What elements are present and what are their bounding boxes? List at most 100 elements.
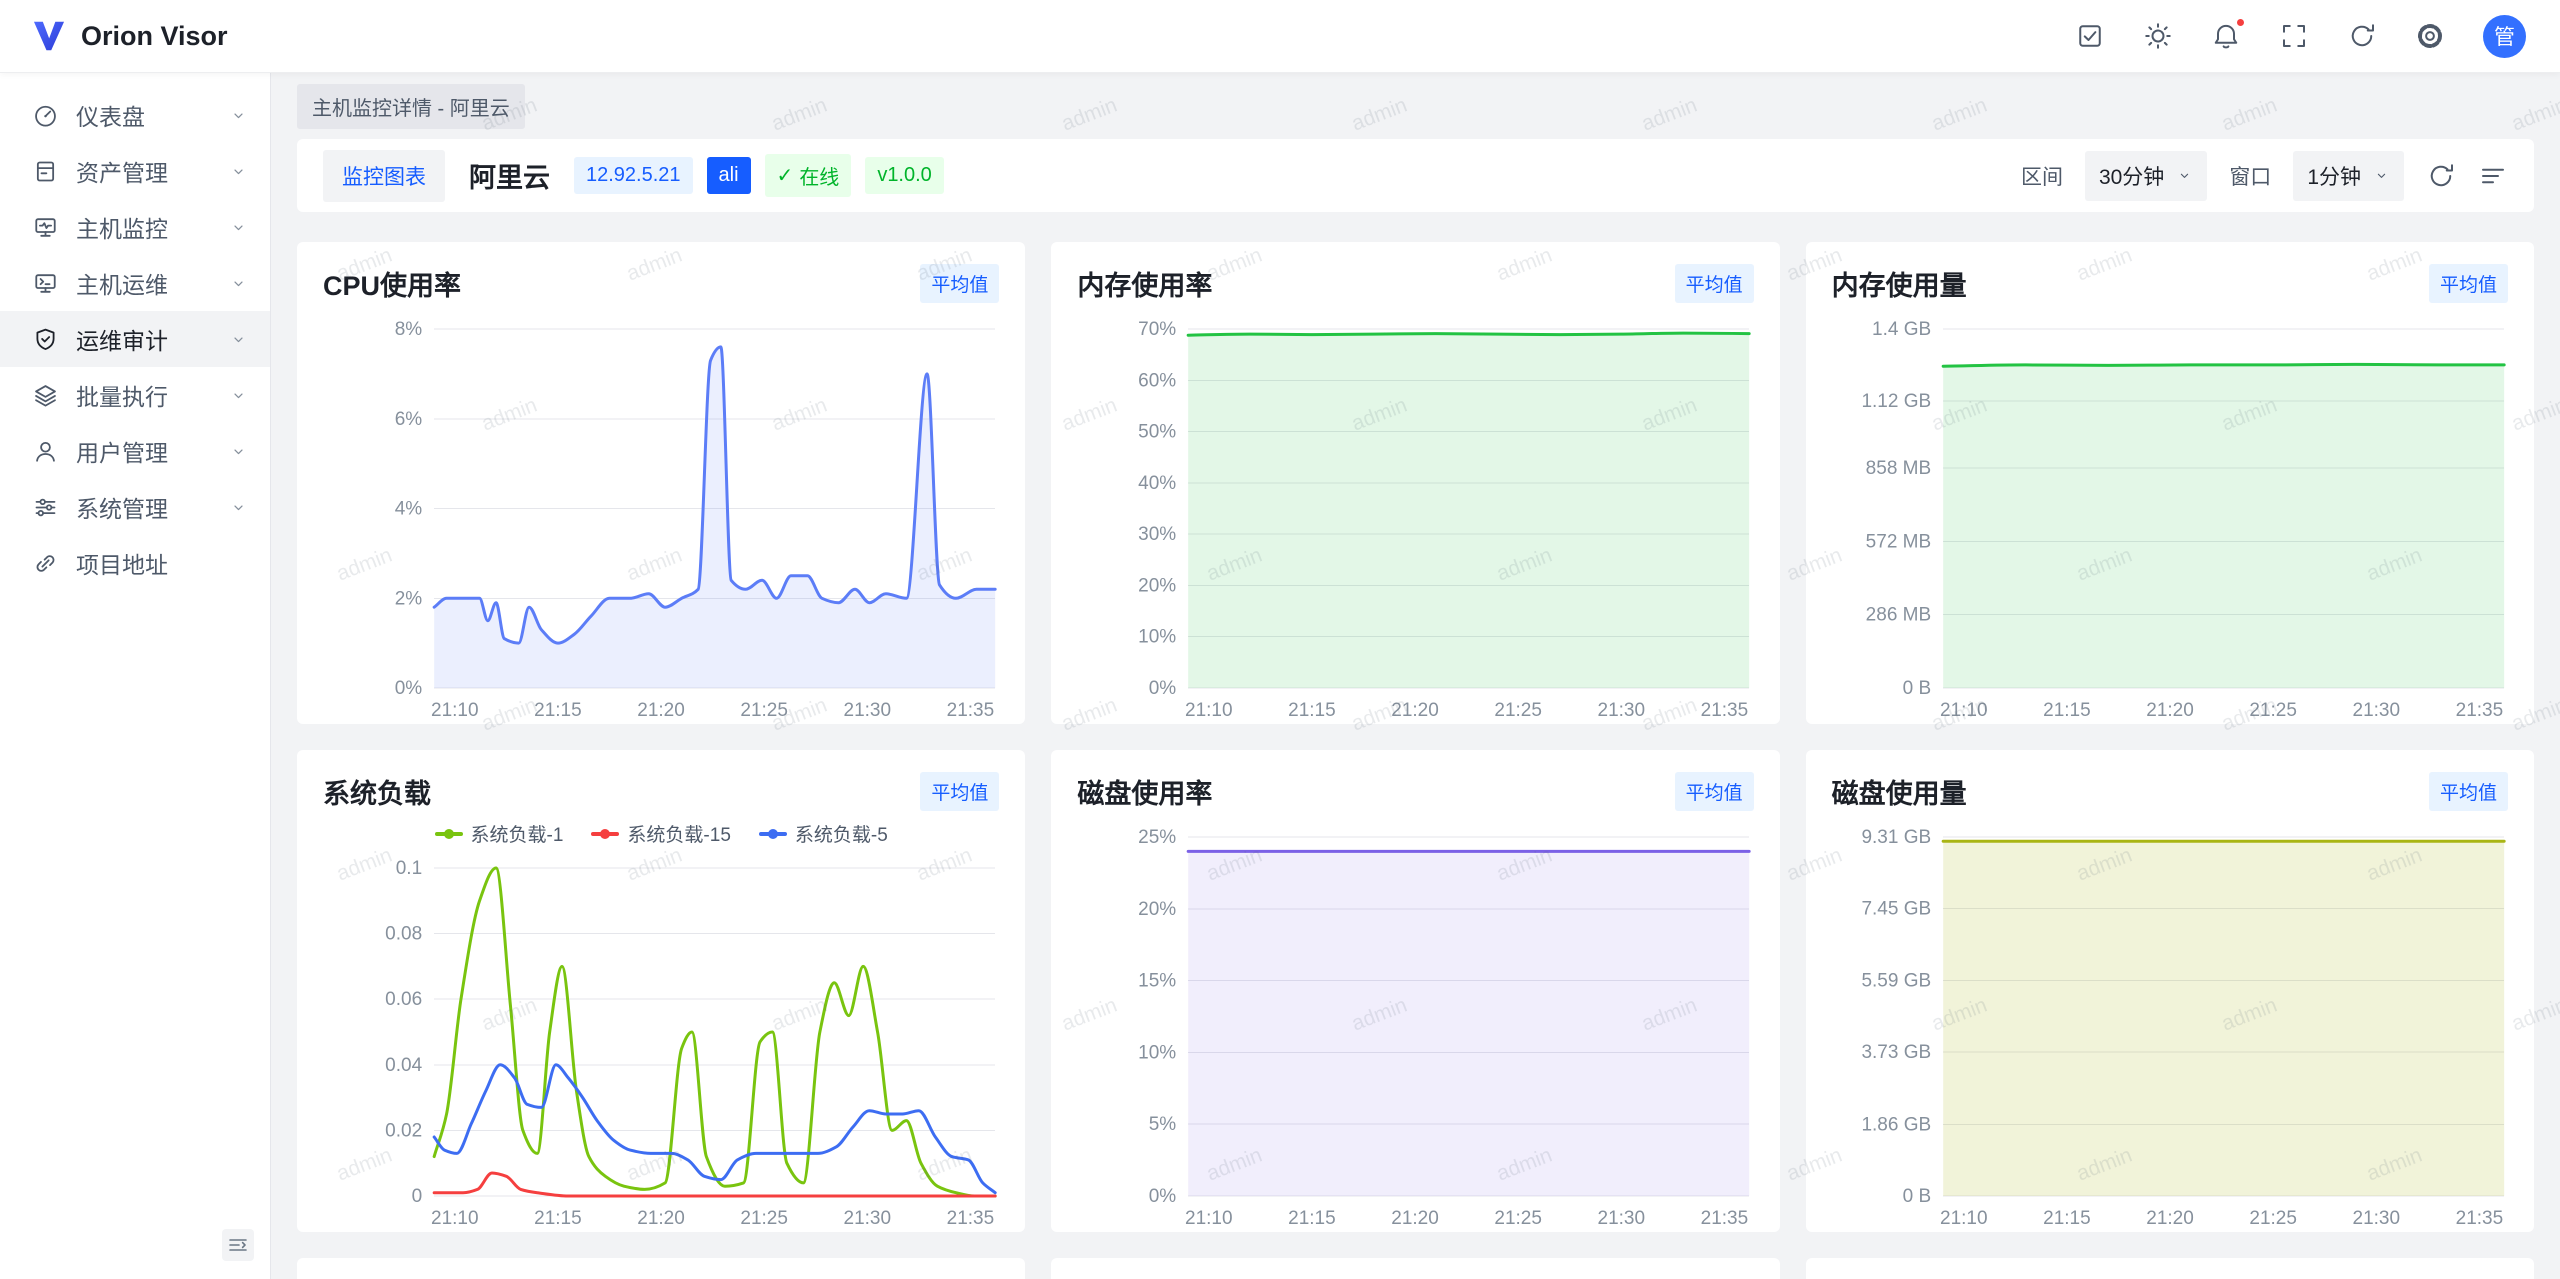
svg-text:21:20: 21:20 [637, 700, 685, 721]
svg-text:21:15: 21:15 [2043, 700, 2091, 721]
chart-legend[interactable]: 系统负载-1 系统负载-15 系统负载-5 [297, 820, 1025, 847]
svg-text:21:15: 21:15 [534, 700, 582, 721]
legend-item[interactable]: 系统负载-15 [591, 820, 730, 847]
host-status-tag: ✓在线 [765, 154, 852, 197]
svg-text:5.59 GB: 5.59 GB [1861, 970, 1931, 991]
app-title: Orion Visor [81, 21, 228, 52]
chart-title: 内存使用量 [1832, 264, 1967, 303]
svg-text:21:20: 21:20 [2146, 700, 2194, 721]
sidebar-item-label: 批量执行 [76, 378, 229, 412]
svg-text:21:35: 21:35 [2455, 1208, 2503, 1229]
svg-text:0: 0 [412, 1186, 423, 1207]
svg-text:70%: 70% [1138, 319, 1176, 340]
window-value: 1分钟 [2307, 161, 2361, 191]
system-load-chart: 00.020.040.060.080.121:1021:1521:2021:25… [297, 810, 1025, 1232]
audit-shield-icon [32, 326, 59, 353]
sidebar-item-system[interactable]: 系统管理 [0, 479, 270, 535]
sidebar-item-users[interactable]: 用户管理 [0, 423, 270, 479]
avg-badge[interactable]: 平均值 [1675, 772, 1754, 811]
svg-text:0 B: 0 B [1902, 1186, 1931, 1207]
svg-text:21:20: 21:20 [2146, 1208, 2194, 1229]
svg-text:0%: 0% [395, 678, 423, 699]
legend-label: 系统负载-15 [627, 820, 730, 847]
breadcrumb-tag[interactable]: 主机监控详情 - 阿里云 [297, 84, 525, 129]
range-label: 区间 [2021, 161, 2063, 191]
toolbar-controls: 区间 30分钟 窗口 1分钟 [2021, 151, 2508, 201]
avg-badge[interactable]: 平均值 [920, 772, 999, 811]
svg-text:21:30: 21:30 [844, 1208, 892, 1229]
legend-marker [759, 832, 787, 836]
avg-badge[interactable]: 平均值 [2429, 264, 2508, 303]
avg-badge[interactable]: 平均值 [920, 264, 999, 303]
sidebar-item-host-ops[interactable]: 主机运维 [0, 255, 270, 311]
svg-text:0.04: 0.04 [385, 1055, 422, 1076]
sidebar-item-label: 仪表盘 [76, 98, 229, 132]
sidebar-item-dashboard[interactable]: 仪表盘 [0, 87, 270, 143]
svg-text:60%: 60% [1138, 370, 1176, 391]
svg-text:572 MB: 572 MB [1865, 531, 1930, 552]
svg-text:21:30: 21:30 [1598, 1208, 1646, 1229]
host-ip-tag[interactable]: 12.92.5.21 [574, 157, 693, 194]
svg-text:0.02: 0.02 [385, 1120, 422, 1141]
avg-badge[interactable]: 平均值 [2429, 772, 2508, 811]
avg-badge[interactable]: 平均值 [1675, 264, 1754, 303]
settings-gear-icon[interactable] [2415, 21, 2445, 51]
asset-icon [32, 158, 59, 185]
svg-text:0 B: 0 B [1902, 678, 1931, 699]
memory-usage-amount-chart: 0 B286 MB572 MB858 MB1.12 GB1.4 GB21:102… [1806, 302, 2534, 724]
chart-card-disk-amount: 磁盘使用量平均值 0 B1.86 GB3.73 GB5.59 GB7.45 GB… [1806, 750, 2534, 1232]
legend-label: 系统负载-5 [795, 820, 888, 847]
check-square-icon[interactable] [2075, 21, 2105, 51]
svg-text:21:30: 21:30 [2352, 1208, 2400, 1229]
svg-text:50%: 50% [1138, 422, 1176, 443]
svg-text:0.06: 0.06 [385, 989, 422, 1010]
sidebar-item-label: 资产管理 [76, 154, 229, 188]
chevron-down-icon [229, 498, 248, 517]
svg-text:858 MB: 858 MB [1865, 458, 1930, 479]
chart-title: 系统负载 [323, 772, 431, 811]
notification-bell-icon[interactable] [2211, 21, 2241, 51]
chart-layout-menu-button[interactable] [2478, 161, 2508, 191]
system-icon [32, 494, 59, 521]
svg-text:286 MB: 286 MB [1865, 605, 1930, 626]
range-select[interactable]: 30分钟 [2085, 151, 2207, 201]
svg-text:21:30: 21:30 [844, 700, 892, 721]
host-ops-icon [32, 270, 59, 297]
svg-text:20%: 20% [1138, 899, 1176, 920]
sidebar-item-label: 运维审计 [76, 322, 229, 356]
refresh-charts-button[interactable] [2426, 161, 2456, 191]
svg-text:21:20: 21:20 [637, 1208, 685, 1229]
chevron-down-icon [229, 330, 248, 349]
fullscreen-icon[interactable] [2279, 21, 2309, 51]
host-version-tag: v1.0.0 [865, 157, 943, 194]
sidebar-item-assets[interactable]: 资产管理 [0, 143, 270, 199]
chart-title: 内存使用率 [1077, 264, 1212, 303]
legend-label: 系统负载-1 [471, 820, 564, 847]
monitor-chart-button[interactable]: 监控图表 [323, 150, 445, 202]
user-avatar[interactable]: 管 [2483, 15, 2526, 58]
sidebar-item-host-monitor[interactable]: 主机监控 [0, 199, 270, 255]
refresh-icon[interactable] [2347, 21, 2377, 51]
svg-text:3.73 GB: 3.73 GB [1861, 1042, 1931, 1063]
svg-text:21:20: 21:20 [1392, 700, 1440, 721]
svg-text:21:25: 21:25 [1495, 700, 1543, 721]
chart-title: 磁盘使用量 [1832, 772, 1967, 811]
app-logo[interactable]: Orion Visor [30, 17, 228, 55]
sidebar-item-ops-audit[interactable]: 运维审计 [0, 311, 270, 367]
svg-text:21:10: 21:10 [1940, 1208, 1988, 1229]
svg-text:21:15: 21:15 [534, 1208, 582, 1229]
svg-text:0.08: 0.08 [385, 924, 422, 945]
window-select[interactable]: 1分钟 [2293, 151, 2404, 201]
chart-card-memory-amount: 内存使用量平均值 0 B286 MB572 MB858 MB1.12 GB1.4… [1806, 242, 2534, 724]
svg-text:0%: 0% [1149, 1186, 1177, 1207]
chevron-down-icon [229, 218, 248, 237]
legend-item[interactable]: 系统负载-5 [759, 820, 888, 847]
status-text: 在线 [799, 161, 839, 190]
sidebar-item-project-link[interactable]: 项目地址 [0, 535, 270, 591]
chevron-down-icon [2373, 167, 2390, 184]
legend-item[interactable]: 系统负载-1 [435, 820, 564, 847]
chevron-down-icon [229, 274, 248, 293]
sidebar-item-batch-exec[interactable]: 批量执行 [0, 367, 270, 423]
sidebar-collapse-button[interactable] [222, 1229, 254, 1261]
theme-sun-icon[interactable] [2143, 21, 2173, 51]
